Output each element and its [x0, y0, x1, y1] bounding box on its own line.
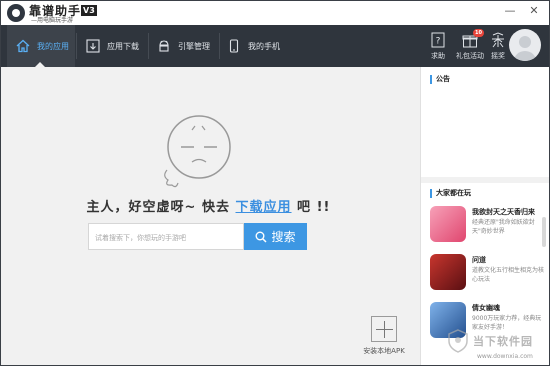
- svg-text:?: ?: [436, 36, 441, 46]
- phone-icon: [226, 38, 242, 54]
- game-desc: 道教文化五行相生相克为核心玩法: [472, 267, 545, 283]
- watermark: 当下软件园: [447, 329, 533, 353]
- app-window: 靠谱助手 V3 —用电脑玩手游 — ✕ 我的应用 应用下载 引擎管理 我的手机 …: [0, 0, 550, 366]
- game-desc: 经典还原"我命如妖欲封天"奇妙世界: [472, 219, 535, 235]
- empty-state-message: 主人，好空虚呀~ 快去 下载应用 吧 !!: [1, 196, 416, 215]
- window-controls: — ✕: [499, 3, 545, 19]
- sidebar-scrollbar[interactable]: [542, 217, 546, 247]
- empty-face-icon: [161, 113, 245, 195]
- nav-divider: [76, 33, 77, 59]
- help-icon: ?: [430, 32, 446, 48]
- notice-title: 公告: [430, 75, 450, 84]
- gift-icon: 10: [462, 28, 484, 48]
- android-icon: [156, 38, 172, 54]
- home-icon: [15, 38, 31, 54]
- app-slogan: —用电脑玩手游: [31, 17, 74, 24]
- gift-label: 礼包活动: [456, 51, 484, 60]
- search-icon: [255, 231, 268, 243]
- tab-label: 应用下载: [107, 41, 139, 51]
- watermark-text: 当下软件园: [473, 335, 533, 348]
- tab-label: 引擎管理: [178, 41, 210, 51]
- watermark-url: www.downxia.com: [477, 353, 533, 360]
- nav-bar: 我的应用 应用下载 引擎管理 我的手机 ? 求助 10 礼包活动 摇奖: [1, 25, 549, 67]
- search-input[interactable]: 试着搜索下，你想玩的手游吧: [88, 223, 244, 250]
- sidebar: 公告 大家都在玩 我欲封天之天香归来 经典还原"我命如妖欲封天"奇妙世界 问道 …: [420, 67, 549, 365]
- tab-my-apps[interactable]: 我的应用: [7, 25, 75, 67]
- gift-button[interactable]: 10 礼包活动: [453, 25, 487, 67]
- game-icon: [430, 254, 466, 290]
- sidebar-divider: [421, 177, 549, 183]
- version-badge: V3: [81, 5, 97, 16]
- help-button[interactable]: ? 求助: [425, 25, 451, 67]
- download-icon: [85, 38, 101, 54]
- app-logo-icon: [7, 4, 25, 22]
- search-button[interactable]: 搜索: [244, 223, 307, 250]
- user-avatar-icon: [514, 36, 536, 61]
- gift-badge: 10: [473, 28, 484, 37]
- help-label: 求助: [431, 51, 445, 60]
- game-item[interactable]: 我欲封天之天香归来 经典还原"我命如妖欲封天"奇妙世界: [430, 206, 545, 246]
- game-name: 我欲封天之天香归来: [472, 208, 535, 216]
- main-content: 主人，好空虚呀~ 快去 下载应用 吧 !! 试着搜索下，你想玩的手游吧 搜索 安…: [1, 67, 420, 365]
- empty-prefix: 主人，好空虚呀~ 快去: [86, 200, 230, 215]
- lottery-label: 摇奖: [491, 51, 505, 60]
- popular-title: 大家都在玩: [430, 189, 471, 198]
- nav-divider: [148, 33, 149, 59]
- avatar[interactable]: [509, 29, 541, 61]
- install-apk-label: 安装本地APK: [363, 347, 405, 355]
- empty-suffix: 吧 !!: [297, 200, 331, 215]
- watermark-shield-icon: [448, 329, 468, 353]
- close-button[interactable]: ✕: [523, 3, 545, 19]
- download-app-link[interactable]: 下载应用: [236, 200, 292, 215]
- tab-my-phone[interactable]: 我的手机: [226, 25, 292, 67]
- game-name: 倩女幽魂: [472, 304, 500, 312]
- lottery-icon: [490, 31, 506, 48]
- game-icon: [430, 206, 466, 242]
- tab-app-download[interactable]: 应用下载: [85, 25, 149, 67]
- minimize-button[interactable]: —: [499, 3, 521, 19]
- search-button-label: 搜索: [271, 230, 296, 244]
- plus-icon: [371, 316, 397, 342]
- tab-label: 我的手机: [248, 41, 280, 51]
- lottery-button[interactable]: 摇奖: [487, 25, 509, 67]
- tab-engine-manage[interactable]: 引擎管理: [156, 25, 222, 67]
- install-apk-button[interactable]: 安装本地APK: [361, 316, 407, 356]
- game-item[interactable]: 问道 道教文化五行相生相克为核心玩法: [430, 254, 545, 294]
- game-name: 问道: [472, 256, 486, 264]
- title-bar: 靠谱助手 V3 —用电脑玩手游 — ✕: [1, 1, 549, 25]
- tab-label: 我的应用: [37, 41, 69, 51]
- nav-divider: [219, 33, 220, 59]
